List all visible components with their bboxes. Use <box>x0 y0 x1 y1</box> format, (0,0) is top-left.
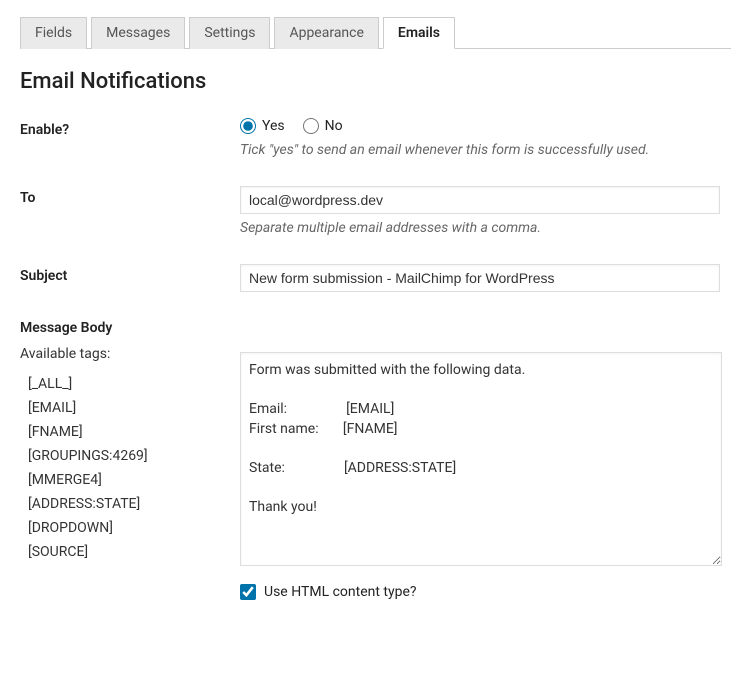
tab-fields[interactable]: Fields <box>20 17 87 49</box>
tab-settings[interactable]: Settings <box>189 17 270 49</box>
to-label: To <box>20 186 240 206</box>
enable-label: Enable? <box>20 118 240 138</box>
enable-no-radio[interactable] <box>303 118 319 134</box>
html-content-row: Use HTML content type? <box>240 584 731 600</box>
subject-label: Subject <box>20 264 240 284</box>
subject-input[interactable] <box>240 264 720 292</box>
to-input[interactable] <box>240 186 720 214</box>
tags-list: [_ALL_] [EMAIL] [FNAME] [GROUPINGS:4269]… <box>20 376 240 560</box>
body-label: Message Body <box>20 320 240 336</box>
subject-row: Subject <box>20 264 731 292</box>
tag-dropdown[interactable]: [DROPDOWN] <box>28 520 240 536</box>
to-help: Separate multiple email addresses with a… <box>240 220 731 236</box>
tab-appearance[interactable]: Appearance <box>274 17 378 49</box>
tag-address-state[interactable]: [ADDRESS:STATE] <box>28 496 240 512</box>
tabs-nav: Fields Messages Settings Appearance Emai… <box>20 16 731 49</box>
enable-help: Tick "yes" to send an email whenever thi… <box>240 142 731 158</box>
tag-email[interactable]: [EMAIL] <box>28 400 240 416</box>
tag-mmerge4[interactable]: [MMERGE4] <box>28 472 240 488</box>
tab-emails[interactable]: Emails <box>383 17 455 49</box>
to-row: To Separate multiple email addresses wit… <box>20 186 731 236</box>
tag-all[interactable]: [_ALL_] <box>28 376 240 392</box>
enable-no-option[interactable]: No <box>303 118 343 134</box>
enable-no-label: No <box>325 118 343 134</box>
body-textarea[interactable]: Form was submitted with the following da… <box>240 352 722 566</box>
tab-messages[interactable]: Messages <box>91 17 185 49</box>
body-section: Message Body Available tags: [_ALL_] [EM… <box>20 320 731 600</box>
html-content-checkbox[interactable] <box>240 584 256 600</box>
enable-row: Enable? Yes No Tick "yes" to send an ema… <box>20 118 731 158</box>
tag-source[interactable]: [SOURCE] <box>28 544 240 560</box>
tag-fname[interactable]: [FNAME] <box>28 424 240 440</box>
enable-yes-radio[interactable] <box>240 118 256 134</box>
enable-yes-option[interactable]: Yes <box>240 118 285 134</box>
tags-label: Available tags: <box>20 346 240 362</box>
enable-radio-group: Yes No <box>240 118 731 134</box>
page-title: Email Notifications <box>20 69 731 94</box>
enable-yes-label: Yes <box>262 118 285 134</box>
html-content-label: Use HTML content type? <box>264 584 417 600</box>
tag-groupings[interactable]: [GROUPINGS:4269] <box>28 448 240 464</box>
